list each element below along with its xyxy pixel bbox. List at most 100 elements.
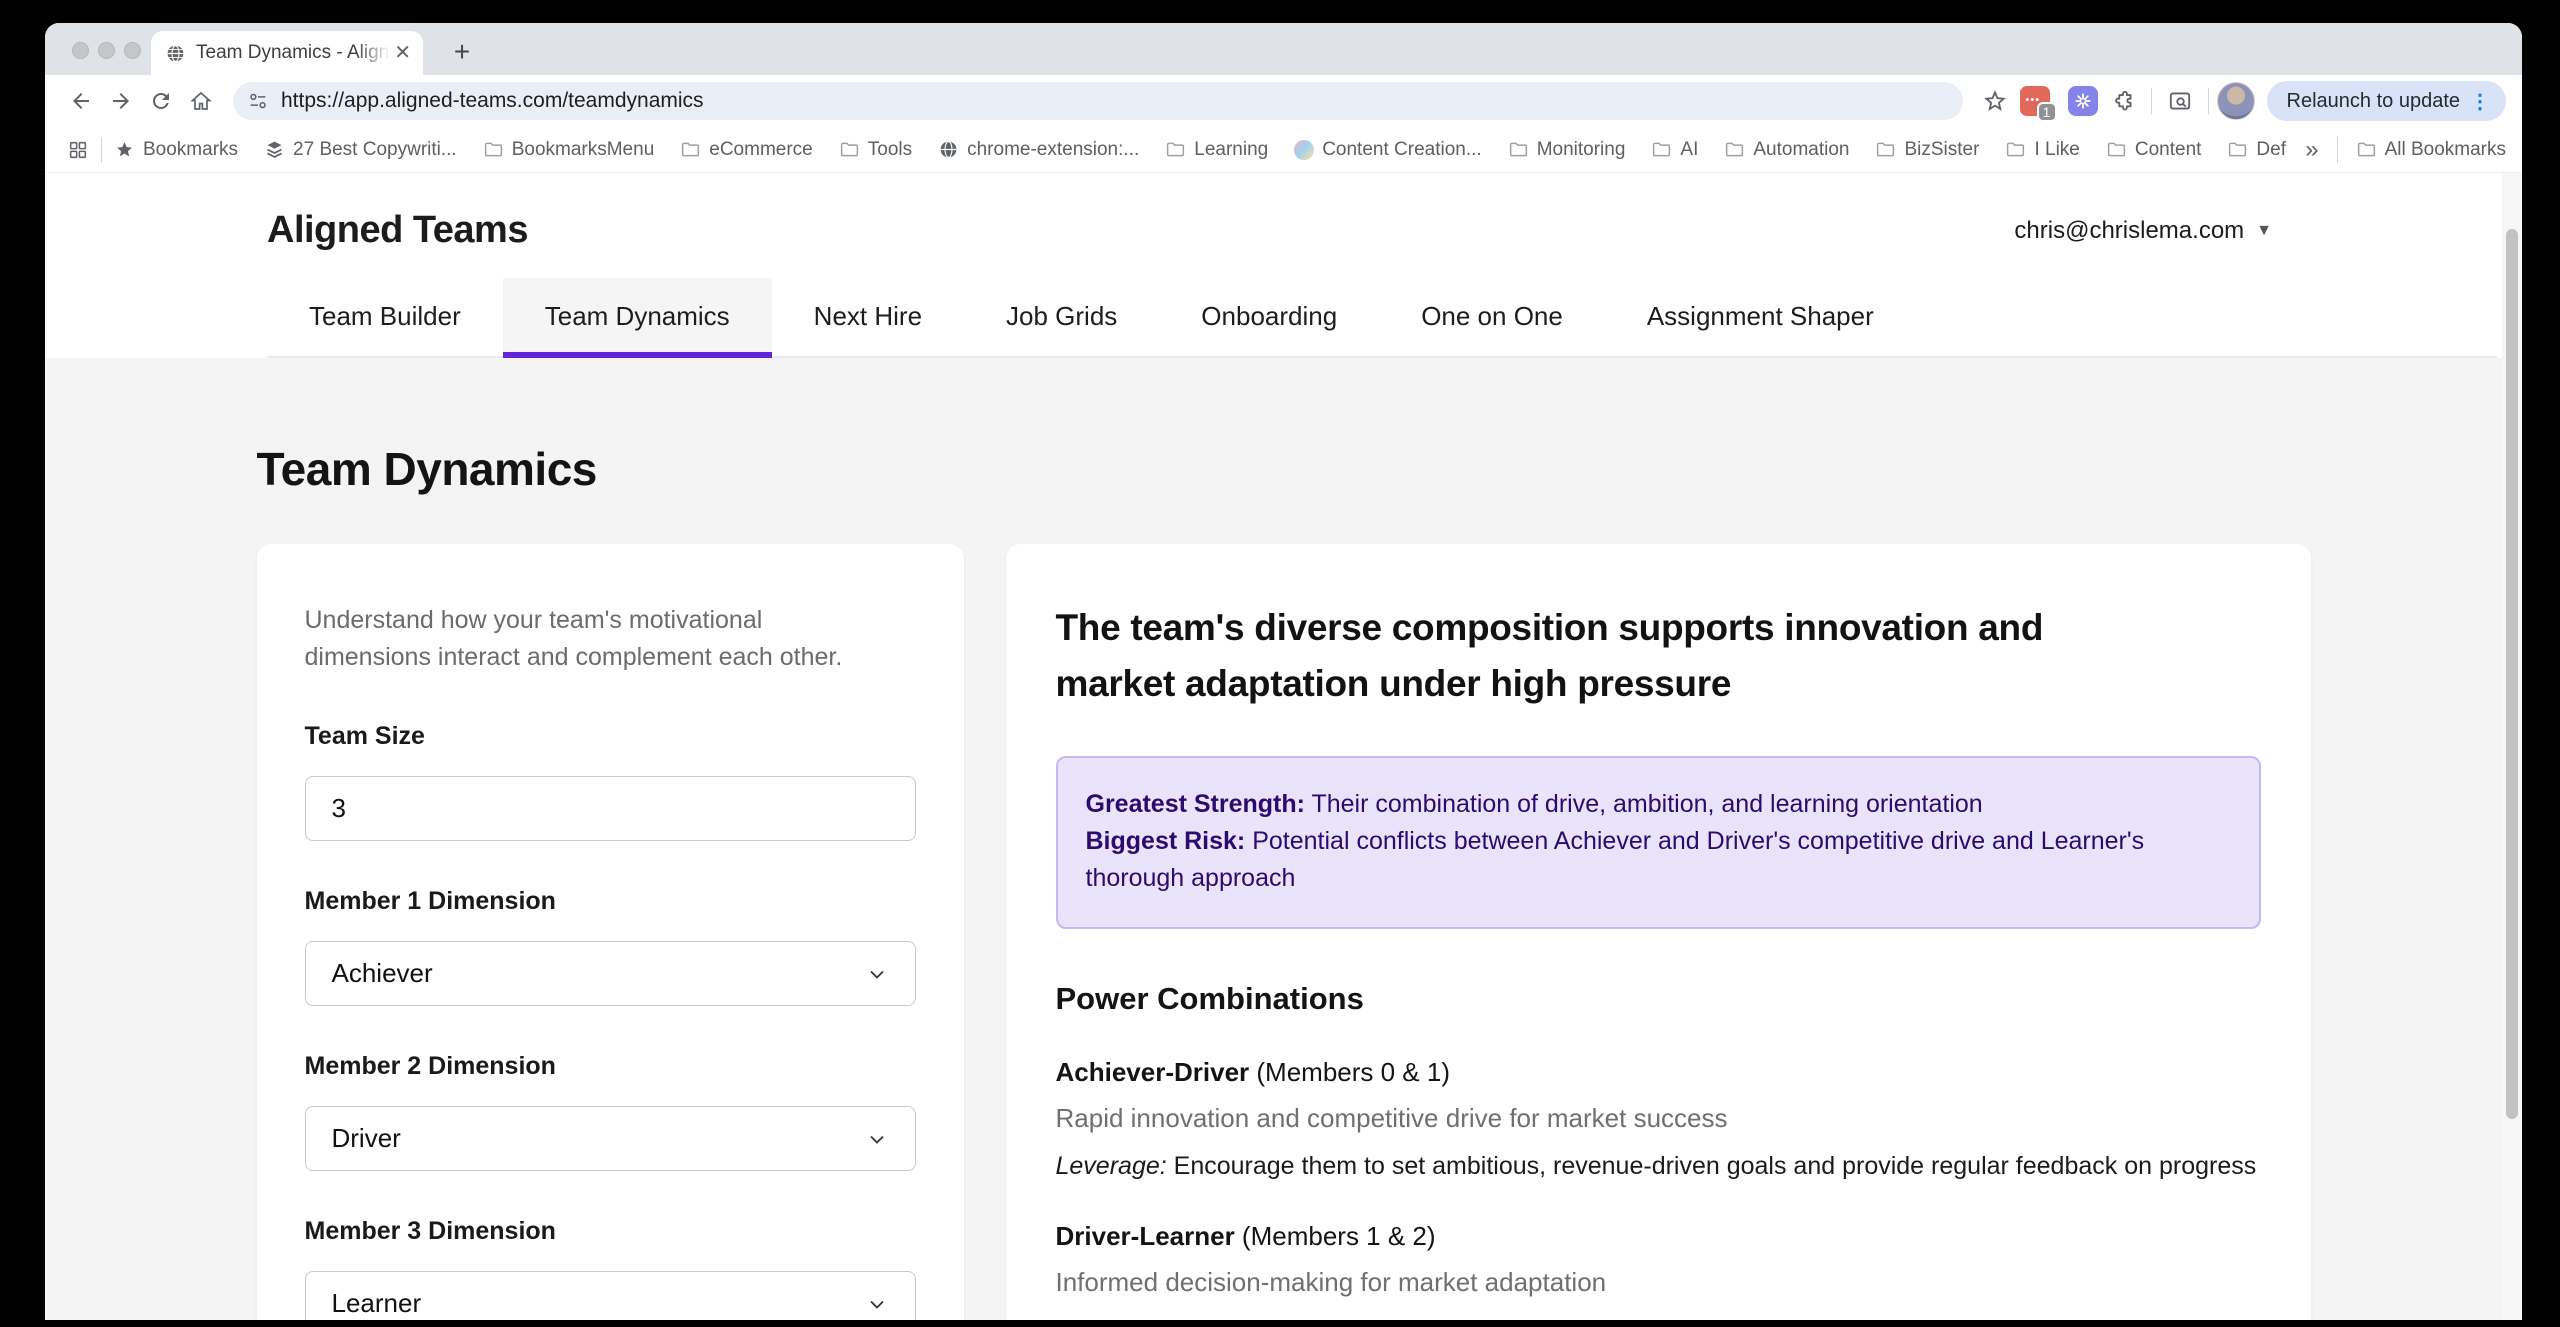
- site-info-icon[interactable]: [247, 90, 269, 112]
- bookmark-item[interactable]: Learning: [1165, 139, 1268, 161]
- bookmark-item[interactable]: Content Creation...: [1294, 139, 1481, 161]
- star-icon: [114, 139, 135, 160]
- close-window-icon[interactable]: [72, 42, 89, 59]
- bookmarks-overflow-icon[interactable]: »: [2295, 136, 2328, 164]
- tab-onboarding[interactable]: Onboarding: [1159, 278, 1379, 356]
- member-1-label: Member 1 Dimension: [305, 887, 916, 916]
- tab-team-builder[interactable]: Team Builder: [267, 278, 503, 356]
- tab-close-icon[interactable]: ✕: [394, 43, 411, 63]
- bookmark-item[interactable]: Automation: [1724, 139, 1849, 161]
- greatest-strength-line: Greatest Strength: Their combination of …: [1086, 786, 2231, 823]
- bookmark-item[interactable]: eCommerce: [680, 139, 812, 161]
- team-size-label: Team Size: [305, 722, 916, 751]
- minimize-window-icon[interactable]: [98, 42, 115, 59]
- colorful-favicon: [1294, 140, 1314, 160]
- chevron-down-icon: [865, 1127, 889, 1151]
- bookmark-item[interactable]: Default-Main: [2227, 139, 2287, 161]
- desktop-screen: Team Dynamics - Aligned Tea ✕ +: [0, 0, 2560, 1327]
- apps-grid-icon[interactable]: [61, 130, 95, 170]
- folder-icon: [2356, 139, 2377, 160]
- bookmark-item[interactable]: Tools: [839, 139, 912, 161]
- profile-avatar[interactable]: [2217, 82, 2255, 120]
- page-title: Team Dynamics: [257, 442, 2311, 496]
- sidebar-search-icon[interactable]: [2160, 81, 2200, 121]
- member-1-select[interactable]: Achiever: [305, 941, 916, 1006]
- folder-icon: [1724, 139, 1745, 160]
- analysis-headline: The team's diverse composition supports …: [1056, 600, 2126, 712]
- team-size-input[interactable]: 3: [305, 776, 916, 841]
- combo-pair: Driver-Learner: [1056, 1221, 1235, 1251]
- tab-job-grids[interactable]: Job Grids: [964, 278, 1159, 356]
- new-tab-icon[interactable]: +: [445, 35, 479, 69]
- all-bookmarks[interactable]: All Bookmarks: [2356, 139, 2506, 161]
- extension-purple-icon[interactable]: [2063, 81, 2103, 121]
- chevron-down-icon: ▼: [2256, 222, 2272, 240]
- bookmark-item[interactable]: 27 Best Copywriti...: [264, 139, 457, 161]
- zoom-window-icon[interactable]: [124, 42, 141, 59]
- globe-icon: [938, 139, 959, 160]
- folder-icon: [1651, 139, 1672, 160]
- bookmark-item[interactable]: Bookmarks: [114, 139, 238, 161]
- summary-callout: Greatest Strength: Their combination of …: [1056, 756, 2261, 929]
- folder-icon: [483, 139, 504, 160]
- member-2-select[interactable]: Driver: [305, 1106, 916, 1171]
- account-menu[interactable]: chris@chrislema.com ▼: [2014, 217, 2272, 245]
- bookmark-item[interactable]: I Like: [2005, 139, 2079, 161]
- browser-toolbar: https://app.aligned-teams.com/teamdynami…: [45, 75, 2522, 127]
- analysis-card: The team's diverse composition supports …: [1006, 544, 2311, 1320]
- combo-leverage: Leverage: Facilitate regular knowledge-s…: [1056, 1316, 2261, 1320]
- folder-icon: [1875, 139, 1896, 160]
- browser-window: Team Dynamics - Aligned Tea ✕ +: [45, 23, 2522, 1320]
- bookmark-item[interactable]: Content: [2106, 139, 2202, 161]
- tab-team-dynamics[interactable]: Team Dynamics: [503, 278, 772, 358]
- url-text[interactable]: https://app.aligned-teams.com/teamdynami…: [281, 89, 704, 113]
- browser-tab[interactable]: Team Dynamics - Aligned Tea ✕: [151, 31, 423, 75]
- folder-icon: [1508, 139, 1529, 160]
- bookmarks-divider: [101, 137, 102, 163]
- combo-driver-learner: Driver-Learner (Members 1 & 2) Informed …: [1056, 1221, 2261, 1320]
- home-icon[interactable]: [181, 81, 221, 121]
- app-header: Aligned Teams chris@chrislema.com ▼ Team…: [45, 173, 2522, 358]
- folder-icon: [1165, 139, 1186, 160]
- chevron-down-icon: [865, 1292, 889, 1316]
- globe-favicon: [165, 43, 186, 64]
- tab-assignment-shaper[interactable]: Assignment Shaper: [1605, 278, 1916, 356]
- extension-red-icon[interactable]: ••• 1: [2015, 81, 2055, 121]
- app-nav: Team Builder Team Dynamics Next Hire Job…: [267, 278, 2497, 358]
- back-icon[interactable]: [61, 81, 101, 121]
- toolbar-divider: [2151, 88, 2152, 114]
- member-2-label: Member 2 Dimension: [305, 1052, 916, 1081]
- member-3-select[interactable]: Learner: [305, 1271, 916, 1320]
- browser-titlebar: Team Dynamics - Aligned Tea ✕ +: [45, 23, 2522, 75]
- form-description: Understand how your team's motivational …: [305, 602, 885, 676]
- bookmark-star-icon[interactable]: [1975, 81, 2015, 121]
- url-bar[interactable]: https://app.aligned-teams.com/teamdynami…: [233, 82, 1963, 120]
- tab-title-fade: [356, 42, 390, 64]
- tab-next-hire[interactable]: Next Hire: [772, 278, 964, 356]
- bookmarks-divider: [2337, 137, 2338, 163]
- bookmark-item[interactable]: BizSister: [1875, 139, 1979, 161]
- window-controls: [72, 42, 141, 59]
- extensions-puzzle-icon[interactable]: [2103, 81, 2143, 121]
- bookmark-item[interactable]: Monitoring: [1508, 139, 1626, 161]
- combo-description: Informed decision-making for market adap…: [1056, 1267, 2261, 1298]
- bookmark-item[interactable]: AI: [1651, 139, 1698, 161]
- kebab-menu-icon[interactable]: ⋮: [2460, 89, 2500, 114]
- folder-icon: [680, 139, 701, 160]
- combo-leverage: Leverage: Encourage them to set ambitiou…: [1056, 1152, 2261, 1181]
- combo-members: (Members 0 & 1): [1249, 1057, 1450, 1087]
- page-scrollbar-thumb[interactable]: [2506, 229, 2518, 1119]
- team-form-card: Understand how your team's motivational …: [257, 544, 964, 1320]
- reload-icon[interactable]: [141, 81, 181, 121]
- extension-badge: 1: [2037, 102, 2057, 122]
- combo-pair: Achiever-Driver: [1056, 1057, 1250, 1087]
- forward-icon[interactable]: [101, 81, 141, 121]
- relaunch-button[interactable]: Relaunch to update ⋮: [2267, 81, 2506, 121]
- combo-members: (Members 1 & 2): [1235, 1221, 1436, 1251]
- combo-achiever-driver: Achiever-Driver (Members 0 & 1) Rapid in…: [1056, 1057, 2261, 1181]
- bookmark-item[interactable]: BookmarksMenu: [483, 139, 655, 161]
- bookmark-item[interactable]: chrome-extension:...: [938, 139, 1139, 161]
- tab-one-on-one[interactable]: One on One: [1379, 278, 1605, 356]
- app-title: Aligned Teams: [267, 209, 528, 252]
- bookmark-items: Bookmarks 27 Best Copywriti... Bookmarks…: [114, 138, 2287, 161]
